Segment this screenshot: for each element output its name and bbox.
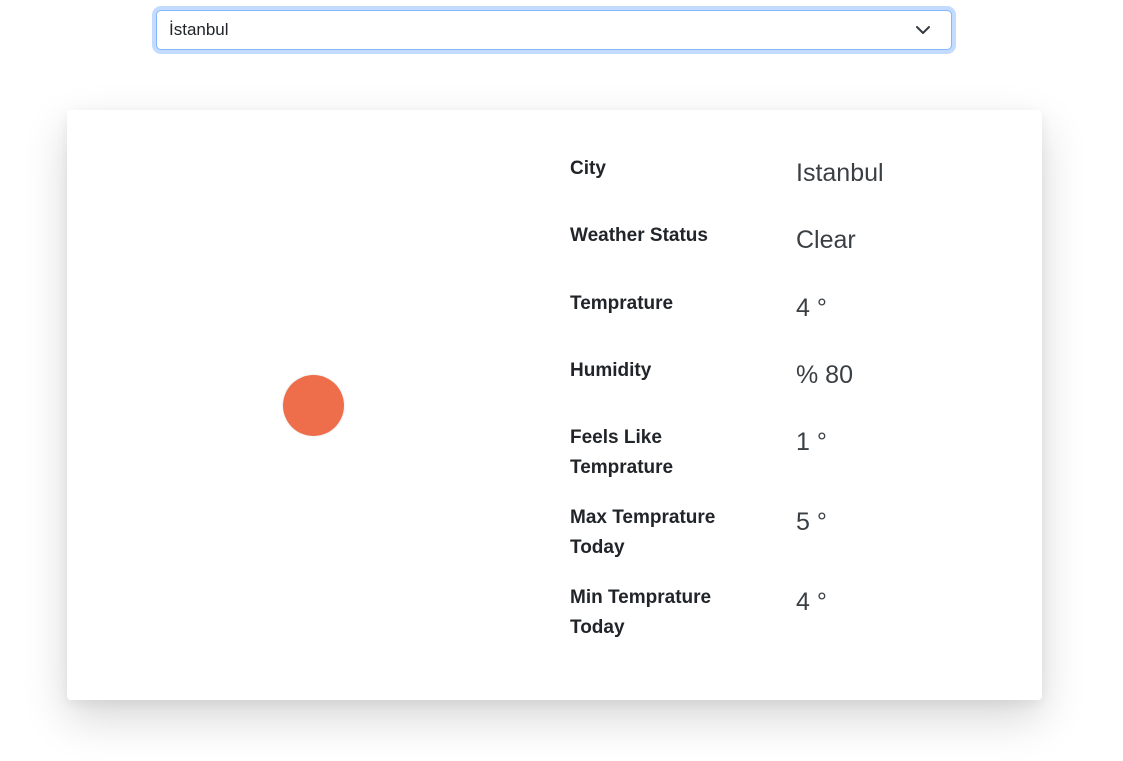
city-select-value: İstanbul — [169, 20, 229, 39]
min-temperature-label: Min Temprature Today — [570, 587, 712, 638]
max-temperature-value: 5 ° — [796, 508, 827, 536]
chevron-down-icon — [915, 22, 931, 38]
weather-status-value: Clear — [796, 226, 856, 254]
weather-status-label: Weather Status — [570, 225, 708, 246]
min-temperature-value: 4 ° — [796, 588, 827, 616]
feels-like-label: Feels Like Temprature — [570, 427, 674, 478]
weather-status-circle-icon — [283, 375, 344, 436]
page: İstanbul City Istanbul Weather Status Cl… — [0, 0, 1123, 761]
temperature-value: 4 ° — [796, 294, 827, 322]
temperature-label: Temprature — [570, 293, 674, 314]
humidity-value: % 80 — [796, 361, 853, 389]
humidity-label: Humidity — [570, 360, 652, 381]
city-label: City — [570, 158, 606, 179]
max-temperature-label: Max Temprature Today — [570, 507, 716, 558]
city-value: Istanbul — [796, 159, 884, 187]
city-select[interactable]: İstanbul — [156, 10, 952, 50]
weather-card: City Istanbul Weather Status Clear Tempr… — [67, 110, 1042, 700]
feels-like-value: 1 ° — [796, 428, 827, 456]
